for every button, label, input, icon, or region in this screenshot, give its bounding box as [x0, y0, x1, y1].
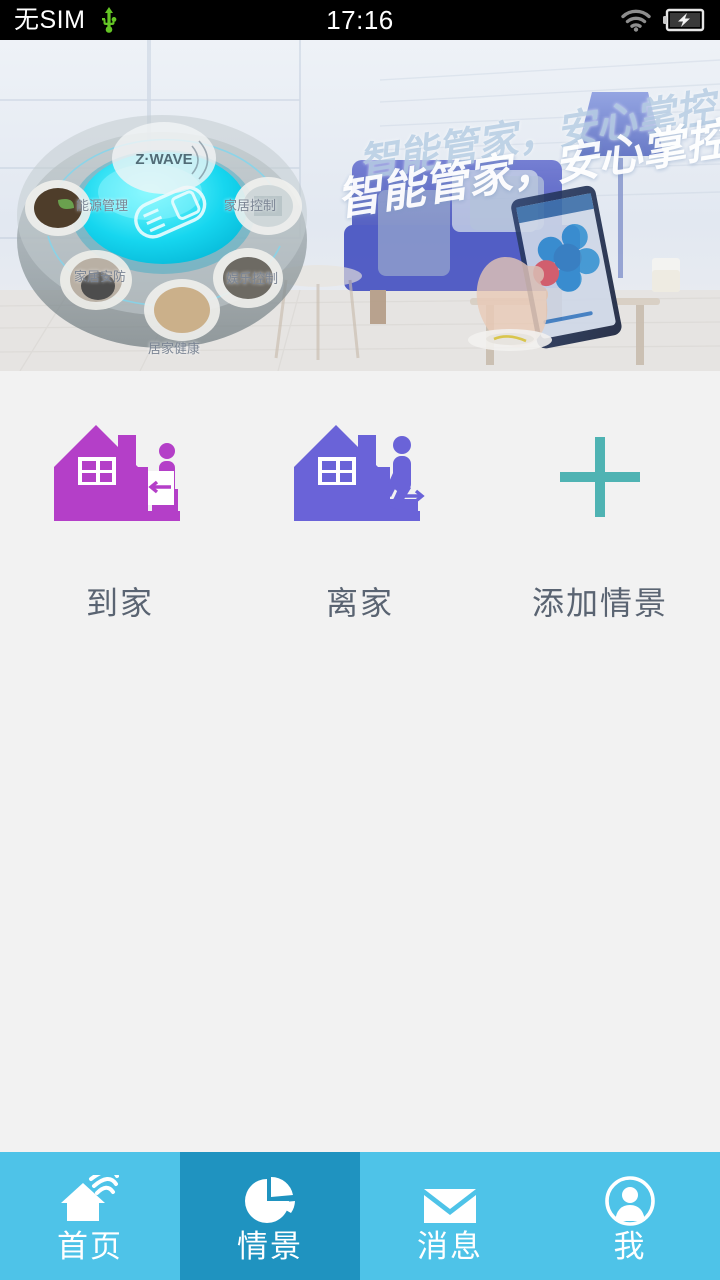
wifi-icon — [620, 8, 652, 32]
carrier-label: 无SIM — [14, 5, 86, 34]
usb-icon — [99, 7, 119, 33]
envelope-icon — [422, 1171, 478, 1227]
plus-icon — [525, 417, 675, 537]
tab-label-scenes: 情景 — [237, 1228, 303, 1264]
scene-grid: 到家 离家 添加情景 — [0, 371, 720, 649]
bottom-tab-bar: 首页 情景 消息 我 — [0, 1152, 720, 1280]
house-arrive-icon — [45, 417, 195, 537]
home-wifi-icon — [61, 1171, 119, 1227]
house-leave-icon — [285, 417, 435, 537]
tab-scenes[interactable]: 情景 — [180, 1152, 360, 1280]
svg-text:Z·WAVE: Z·WAVE — [135, 151, 192, 168]
person-circle-icon — [604, 1171, 656, 1227]
hub-label-security: 家居安防 — [74, 269, 127, 284]
scene-item-leave-home[interactable]: 离家 — [240, 399, 480, 649]
tab-label-home: 首页 — [57, 1228, 123, 1264]
hub-label-home-control: 家居控制 — [224, 198, 277, 213]
promo-banner[interactable]: Z·WAVE 能源管理 家居控制 家居安防 娱乐控制 居家健康 智能管家，安心掌… — [0, 40, 720, 371]
scene-label-leave-home: 离家 — [325, 585, 394, 621]
tab-label-messages: 消息 — [417, 1228, 483, 1264]
scene-item-add-scene[interactable]: 添加情景 — [480, 399, 720, 649]
tab-home[interactable]: 首页 — [0, 1152, 180, 1280]
scene-label-arrive-home: 到家 — [85, 585, 154, 621]
hub-label-energy: 能源管理 — [76, 198, 129, 213]
status-bar-right — [620, 8, 706, 32]
tab-profile[interactable]: 我 — [540, 1152, 720, 1280]
hub-label-entertainment: 娱乐控制 — [226, 271, 279, 286]
status-bar: 无SIM 17:16 — [0, 0, 720, 40]
pie-chart-icon — [243, 1171, 297, 1227]
scene-item-arrive-home[interactable]: 到家 — [0, 399, 240, 649]
scene-label-add-scene: 添加情景 — [531, 585, 668, 621]
tab-label-profile: 我 — [613, 1228, 647, 1264]
tab-messages[interactable]: 消息 — [360, 1152, 540, 1280]
battery-charging-icon — [662, 8, 706, 32]
app-screen: 无SIM 17:16 Z·WAVE 能源管理 家居控制 家居安防 娱乐控制 居家… — [0, 0, 720, 1280]
hub-label-health: 居家健康 — [148, 341, 201, 356]
status-bar-left: 无SIM — [14, 7, 119, 33]
